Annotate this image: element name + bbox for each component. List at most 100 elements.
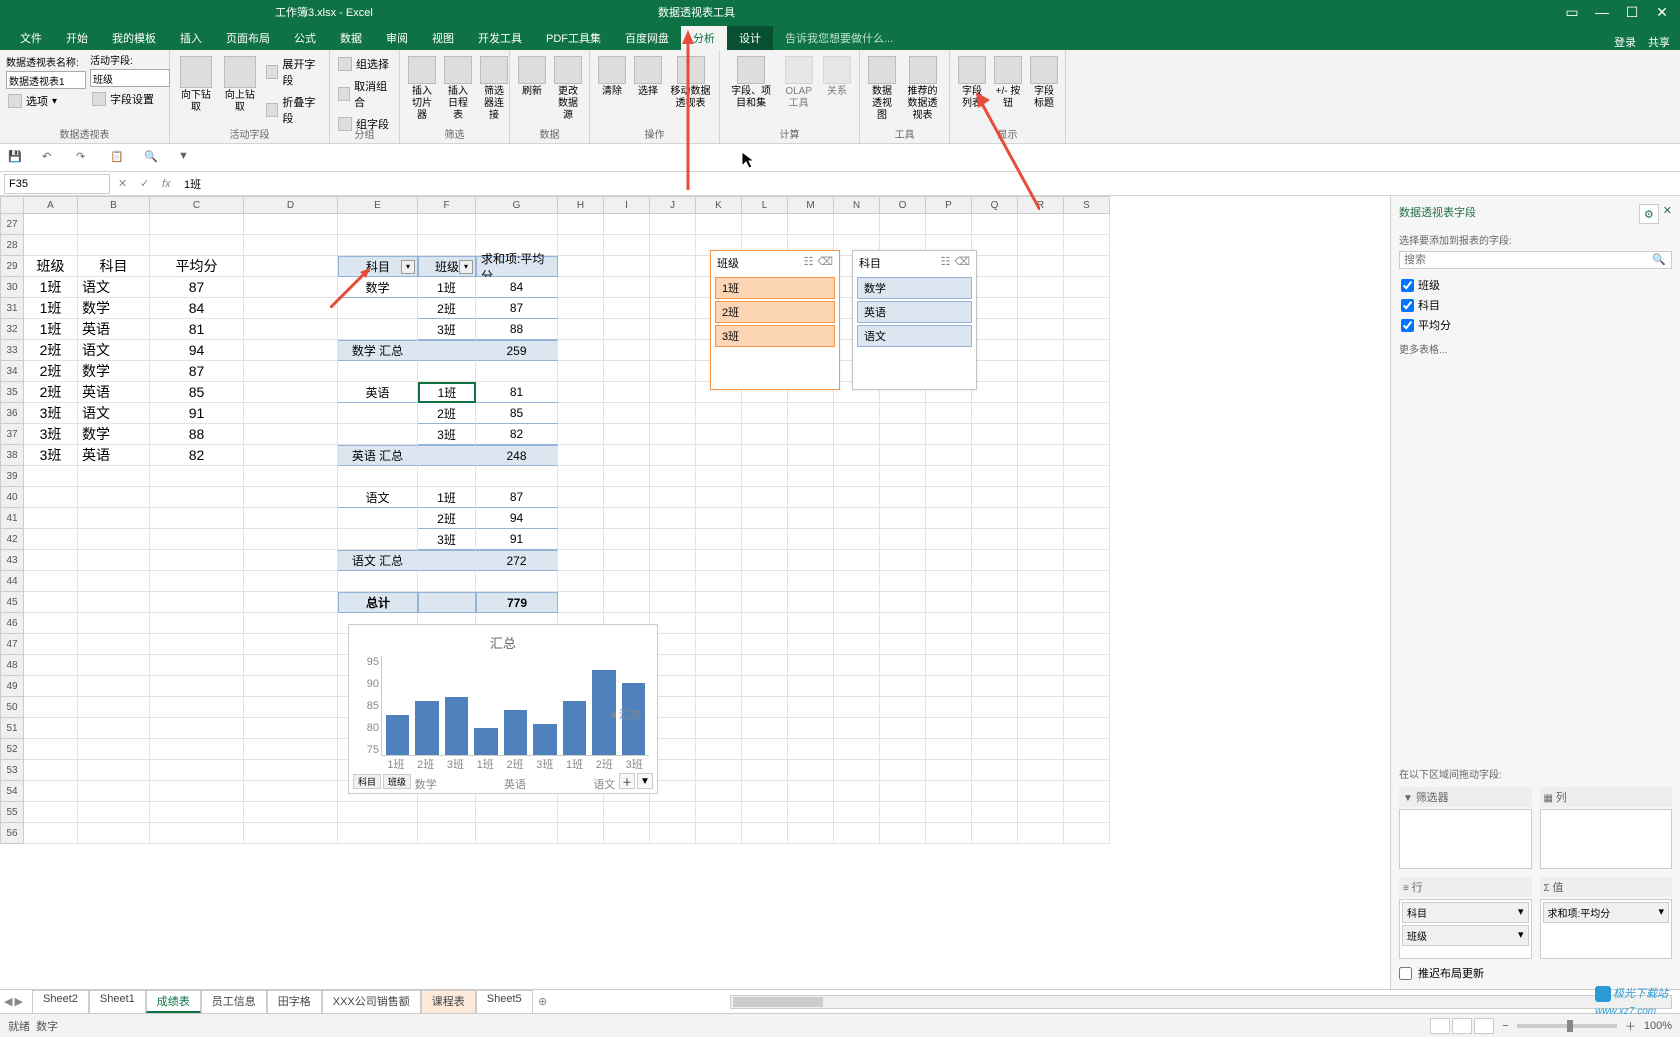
undo-icon[interactable]: ↶: [42, 150, 58, 166]
cell[interactable]: 87: [150, 361, 244, 382]
cell[interactable]: [338, 424, 418, 445]
cell[interactable]: [338, 214, 418, 235]
cell[interactable]: [1064, 655, 1110, 676]
row-header[interactable]: 50: [0, 697, 24, 718]
cell[interactable]: [604, 529, 650, 550]
insert-slicer-button[interactable]: 插入切片器: [406, 54, 438, 124]
cell[interactable]: [418, 361, 476, 382]
tab-页面布局[interactable]: 页面布局: [214, 26, 282, 50]
cell[interactable]: [696, 466, 742, 487]
share-button[interactable]: 共享: [1648, 34, 1670, 50]
zoom-slider[interactable]: [1517, 1024, 1617, 1028]
col-header[interactable]: B: [78, 196, 150, 214]
row-header[interactable]: 42: [0, 529, 24, 550]
cell[interactable]: 数学 汇总: [338, 340, 418, 361]
cell[interactable]: [788, 613, 834, 634]
group-selection-button[interactable]: 组选择: [336, 54, 393, 74]
cell[interactable]: [880, 613, 926, 634]
col-header[interactable]: E: [338, 196, 418, 214]
cell[interactable]: 1班: [418, 382, 476, 403]
multiselect-icon[interactable]: ☷: [804, 255, 814, 271]
row-header[interactable]: 38: [0, 445, 24, 466]
cell[interactable]: 91: [150, 403, 244, 424]
row-header[interactable]: 34: [0, 361, 24, 382]
cell[interactable]: [1064, 802, 1110, 823]
cell[interactable]: [1018, 823, 1064, 844]
cell[interactable]: [788, 718, 834, 739]
cell[interactable]: [418, 445, 476, 466]
cell[interactable]: [1018, 466, 1064, 487]
cell[interactable]: 语文 汇总: [338, 550, 418, 571]
cell[interactable]: [24, 508, 78, 529]
cell[interactable]: [972, 403, 1018, 424]
row-header[interactable]: 43: [0, 550, 24, 571]
cell[interactable]: [244, 550, 338, 571]
slicer-item[interactable]: 3班: [715, 325, 835, 347]
cell[interactable]: [788, 676, 834, 697]
tab-analyze[interactable]: 分析: [681, 26, 727, 50]
cell[interactable]: [150, 802, 244, 823]
tab-审阅[interactable]: 审阅: [374, 26, 420, 50]
cell[interactable]: [1018, 361, 1064, 382]
cell[interactable]: [788, 739, 834, 760]
cell[interactable]: [696, 739, 742, 760]
maximize-icon[interactable]: ☐: [1618, 2, 1646, 22]
cell[interactable]: [244, 760, 338, 781]
cell[interactable]: [1018, 613, 1064, 634]
cell[interactable]: 班级: [24, 256, 78, 277]
cell[interactable]: [834, 529, 880, 550]
cell[interactable]: [338, 823, 418, 844]
cell[interactable]: [696, 508, 742, 529]
row-header[interactable]: 47: [0, 634, 24, 655]
more-tables-link[interactable]: 更多表格...: [1399, 341, 1672, 356]
cell[interactable]: [972, 676, 1018, 697]
cell[interactable]: 科目: [78, 256, 150, 277]
slicer-subject[interactable]: 科目☷⌫ 数学英语语文: [852, 250, 977, 390]
insert-timeline-button[interactable]: 插入日程表: [442, 54, 474, 124]
cell[interactable]: [244, 529, 338, 550]
row-header[interactable]: 49: [0, 676, 24, 697]
cell[interactable]: 班级▾: [418, 256, 476, 277]
cell[interactable]: [1018, 739, 1064, 760]
cell[interactable]: [696, 550, 742, 571]
cell[interactable]: [244, 487, 338, 508]
cell[interactable]: [604, 340, 650, 361]
cell[interactable]: [926, 613, 972, 634]
pvt-name-input[interactable]: [6, 71, 86, 89]
cell[interactable]: [742, 592, 788, 613]
cell[interactable]: [604, 466, 650, 487]
tab-PDF工具集[interactable]: PDF工具集: [534, 26, 613, 50]
cell[interactable]: 248: [476, 445, 558, 466]
confirm-icon[interactable]: ✓: [140, 177, 154, 190]
cell[interactable]: [338, 235, 418, 256]
rows-drop[interactable]: 科目 ▾班级 ▾: [1399, 899, 1532, 959]
row-header[interactable]: 33: [0, 340, 24, 361]
cancel-icon[interactable]: ✕: [118, 177, 132, 190]
cell[interactable]: [742, 823, 788, 844]
cell[interactable]: [650, 487, 696, 508]
cell[interactable]: [788, 403, 834, 424]
cell[interactable]: [1018, 781, 1064, 802]
cell[interactable]: [338, 508, 418, 529]
cell[interactable]: [742, 781, 788, 802]
cell[interactable]: [972, 529, 1018, 550]
cell[interactable]: [972, 739, 1018, 760]
cell[interactable]: [604, 235, 650, 256]
cell[interactable]: 94: [476, 508, 558, 529]
cell[interactable]: [880, 634, 926, 655]
cell[interactable]: [696, 823, 742, 844]
cell[interactable]: [1064, 550, 1110, 571]
cell[interactable]: [1018, 571, 1064, 592]
cell[interactable]: [24, 802, 78, 823]
cell[interactable]: [1064, 676, 1110, 697]
cell[interactable]: [1064, 403, 1110, 424]
cell[interactable]: [972, 466, 1018, 487]
tell-me[interactable]: 告诉我您想要做什么...: [773, 26, 905, 50]
cell[interactable]: [834, 781, 880, 802]
cell[interactable]: 1班: [418, 277, 476, 298]
cell[interactable]: [418, 550, 476, 571]
cell[interactable]: [244, 445, 338, 466]
cell[interactable]: [742, 676, 788, 697]
cell[interactable]: 2班: [418, 403, 476, 424]
row-header[interactable]: 31: [0, 298, 24, 319]
